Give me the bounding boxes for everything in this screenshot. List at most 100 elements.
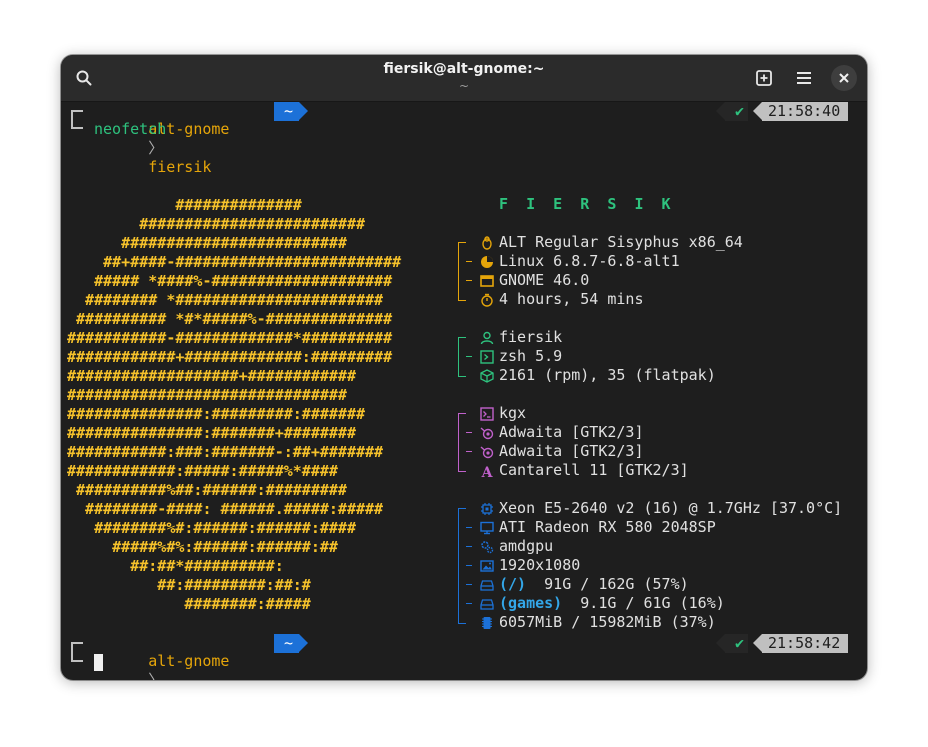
- uptime-icon: [479, 292, 494, 307]
- info-row: Adwaita [GTK2/3]: [466, 442, 689, 461]
- info-row: ALT Regular Sisyphus x86_64: [481, 233, 743, 252]
- tree-tick: [466, 546, 472, 547]
- ascii-row: ######## *#######################: [67, 291, 384, 309]
- ascii-row: ##+####-#########################: [67, 253, 402, 271]
- info-row: A Cantarell 11 [GTK2/3]: [480, 461, 689, 480]
- info-value: 9.1G / 61G (16%): [562, 594, 725, 612]
- ascii-row: ##### *####%-####################: [67, 272, 393, 290]
- ascii-row: ########:#####: [67, 595, 311, 613]
- info-row: Linux 6.8.7-6.8-alt1: [466, 252, 743, 271]
- font-icon: A: [479, 463, 494, 478]
- ascii-row: ########## *#*#####%-##############: [67, 310, 393, 328]
- disk-icon: [479, 577, 494, 592]
- info-value: ATI Radeon RX 580 2048SP: [499, 518, 716, 536]
- info-value: 1920x1080: [499, 556, 581, 574]
- ascii-row: ############:#####:#####%*####: [67, 462, 338, 480]
- info-row: Adwaita [GTK2/3]: [466, 423, 689, 442]
- ascii-row: ###############################: [67, 386, 347, 404]
- prompt-corner-bottom: [71, 110, 83, 129]
- info-value: Xeon E5-2640 v2 (16) @ 1.7GHz [37.0°C]: [499, 499, 843, 517]
- ascii-row: ###############:#######+########: [67, 424, 356, 442]
- tree-tick: [466, 584, 472, 585]
- ascii-row: #########################: [67, 215, 366, 233]
- svg-text:A: A: [480, 465, 493, 478]
- window-title: fiersik@alt-gnome:~: [383, 61, 545, 77]
- tree-connector: [458, 337, 466, 377]
- tree-tick: [466, 565, 472, 566]
- prompt-line: alt-gnome 〉 fiersik: [94, 101, 229, 176]
- ascii-row: ########%#:######:######:####: [67, 519, 356, 537]
- tree-tick: [466, 261, 472, 262]
- ascii-row: ###############:#########:#######: [67, 405, 366, 423]
- prompt-time: 21:58:40: [752, 102, 849, 121]
- cpu-icon: [479, 501, 494, 516]
- info-value: kgx: [499, 404, 527, 422]
- info-group: Xeon E5-2640 v2 (16) @ 1.7GHz [37.0°C] AT…: [458, 499, 843, 632]
- ascii-logo: ############## #########################…: [67, 196, 401, 614]
- tree-tick: [466, 356, 472, 357]
- prompt-separator: 〉: [148, 139, 164, 157]
- mount-label: (games): [499, 594, 563, 612]
- prompt-line: alt-gnome 〉 fiersik: [94, 633, 229, 680]
- info-value: GNOME 46.0: [499, 271, 590, 289]
- new-tab-button[interactable]: [748, 62, 780, 94]
- theme-icon: [479, 425, 494, 440]
- prompt-host: alt-gnome: [148, 652, 230, 670]
- info-value: fiersik: [499, 328, 563, 346]
- terminal-content[interactable]: alt-gnome 〉 fiersik ~ ✔ 21:58:40 neofetc…: [61, 102, 867, 680]
- info-value: Adwaita [GTK2/3]: [499, 423, 644, 441]
- mount-label: (/): [499, 575, 527, 593]
- ascii-row: ##:#########:##:#: [67, 576, 311, 594]
- info-row: amdgpu: [466, 537, 842, 556]
- prompt-dir: ~: [274, 102, 309, 121]
- info-row: fiersik: [480, 328, 716, 347]
- shell-icon: [479, 349, 494, 364]
- menu-icon: [797, 72, 811, 84]
- ascii-row: #####%#%:######:######:##: [67, 538, 338, 556]
- ascii-row: ###########-#############*##########: [67, 329, 393, 347]
- title-bar: fiersik@alt-gnome:~ ~: [61, 55, 867, 102]
- window-icon: [479, 273, 494, 288]
- menu-button[interactable]: [788, 62, 820, 94]
- ascii-row: ##:##*##########:: [67, 557, 284, 575]
- tree-tick: [466, 451, 472, 452]
- prompt-dir: ~: [274, 634, 309, 653]
- tree-tick: [466, 603, 472, 604]
- info-group: kgx Adwaita [GTK2/3] Adwaita [GTK2/3] A Cant…: [458, 404, 689, 480]
- tree-connector: [458, 413, 466, 472]
- text-cursor[interactable]: [94, 654, 103, 671]
- info-value: 91G / 162G (57%): [526, 575, 689, 593]
- info-value: Cantarell 11 [GTK2/3]: [499, 461, 689, 479]
- disk-icon: [479, 596, 494, 611]
- info-row: 1920x1080: [466, 556, 842, 575]
- user-icon: [479, 330, 494, 345]
- icons-icon: [479, 444, 494, 459]
- tree-tick: [466, 280, 472, 281]
- tree-tick: [466, 432, 472, 433]
- tree-tick: [466, 527, 472, 528]
- neofetch-title: F I E R S I K: [499, 195, 671, 213]
- status-check-icon: ✔: [715, 102, 749, 121]
- driver-icon: [479, 539, 494, 554]
- new-tab-icon: [756, 70, 772, 86]
- status-check-icon: ✔: [715, 634, 749, 653]
- info-value: amdgpu: [499, 537, 554, 555]
- info-row: Xeon E5-2640 v2 (16) @ 1.7GHz [37.0°C]: [480, 499, 843, 518]
- command-text: neofetch: [94, 120, 167, 138]
- info-row: (/) 91G / 162G (57%): [466, 575, 842, 594]
- ascii-row: ##########%##:######:#########: [67, 481, 347, 499]
- monitor-icon: [479, 520, 494, 535]
- package-icon: [479, 368, 494, 383]
- info-value: Adwaita [GTK2/3]: [499, 442, 644, 460]
- info-group: fiersik zsh 5.9 2161 (rpm), 35 (flatpak): [458, 328, 716, 385]
- prompt-user: fiersik: [148, 158, 212, 176]
- info-row: GNOME 46.0: [466, 271, 743, 290]
- prompt-time: 21:58:42: [752, 634, 849, 653]
- prompt-corner-bottom: [71, 643, 83, 662]
- ascii-row: ########-####: ######.#####:#####: [67, 500, 384, 518]
- prompt-separator: 〉: [148, 671, 164, 680]
- info-row: zsh 5.9: [466, 347, 716, 366]
- info-value: zsh 5.9: [499, 347, 563, 365]
- tree-connector: [458, 508, 466, 624]
- close-button[interactable]: [831, 65, 857, 91]
